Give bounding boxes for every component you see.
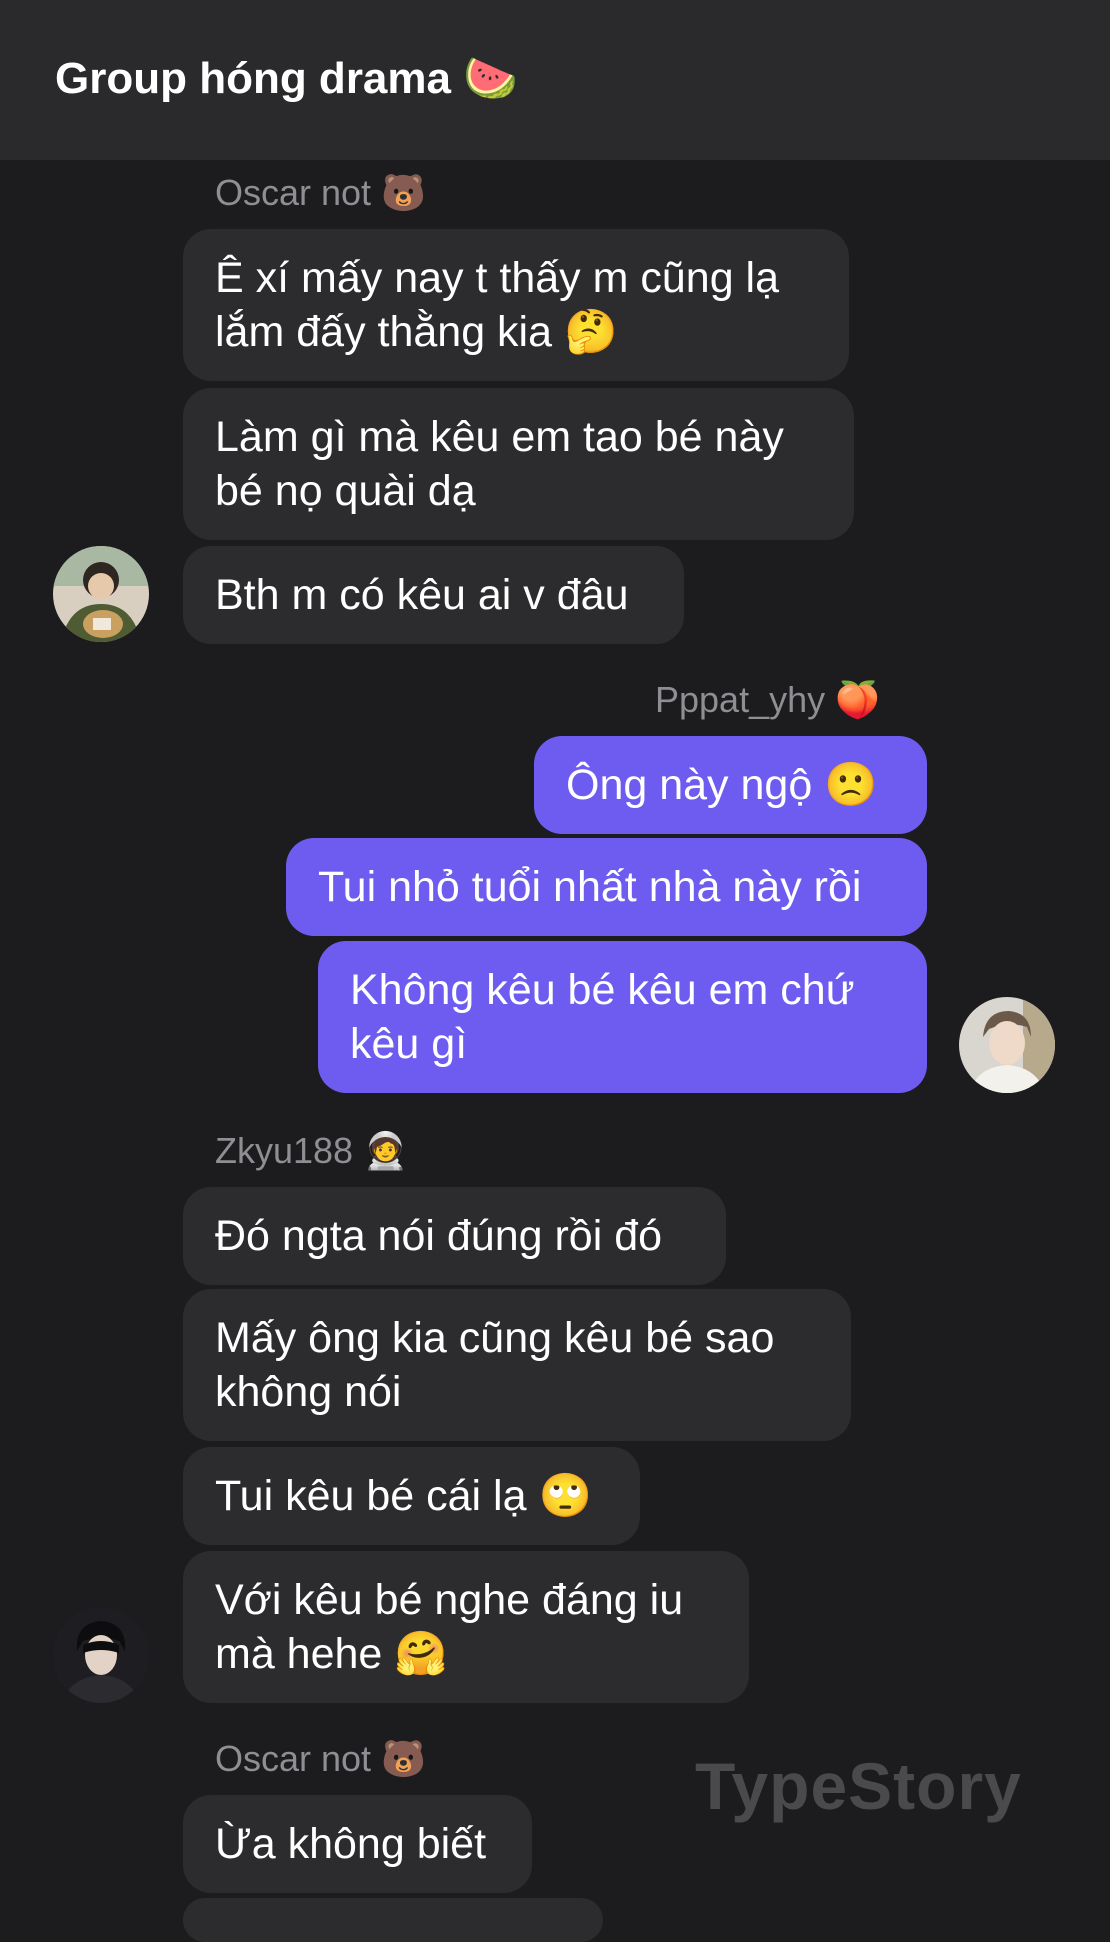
group-title: Group hóng drama 🍉 xyxy=(55,54,519,103)
sender-name: Pppat_yhy 🍑 xyxy=(655,679,880,720)
watermark: TypeStory xyxy=(695,1749,1022,1823)
message-bubble[interactable]: Làm gì mà kêu em tao bé này bé nọ quài d… xyxy=(183,388,854,540)
message-bubble[interactable]: Mấy ông kia cũng kêu bé sao không nói xyxy=(183,1289,851,1441)
avatar[interactable] xyxy=(959,997,1055,1093)
sender-name: Oscar not 🐻 xyxy=(215,172,426,213)
message-bubble[interactable]: Ông này ngộ 🙁 xyxy=(534,736,927,834)
avatar[interactable] xyxy=(53,1607,149,1703)
message-bubble[interactable]: Tui kêu bé cái lạ 🙄 xyxy=(183,1447,640,1545)
avatar[interactable] xyxy=(53,546,149,642)
sender-name: Oscar not 🐻 xyxy=(215,1738,426,1779)
message-bubble[interactable]: Ê xí mấy nay t thấy m cũng lạ lắm đấy th… xyxy=(183,229,849,381)
message-bubble[interactable]: Bth m có kêu ai v đâu xyxy=(183,546,684,644)
sender-name: Zkyu188 🧑‍🚀 xyxy=(215,1130,408,1171)
message-bubble[interactable]: Với kêu bé nghe đáng iu mà hehe 🤗 xyxy=(183,1551,749,1703)
chat-header: Group hóng drama 🍉 xyxy=(0,0,1110,160)
message-bubble[interactable]: Đó ngta nói đúng rồi đó xyxy=(183,1187,726,1285)
avatar-icon xyxy=(53,1607,149,1703)
message-bubble[interactable]: Ừa không biết xyxy=(183,1795,532,1893)
avatar-icon xyxy=(959,997,1055,1093)
message-bubble-partial[interactable] xyxy=(183,1898,603,1942)
message-bubble[interactable]: Tui nhỏ tuổi nhất nhà này rồi xyxy=(286,838,927,936)
avatar-icon xyxy=(53,546,149,642)
message-bubble[interactable]: Không kêu bé kêu em chứ kêu gì xyxy=(318,941,927,1093)
